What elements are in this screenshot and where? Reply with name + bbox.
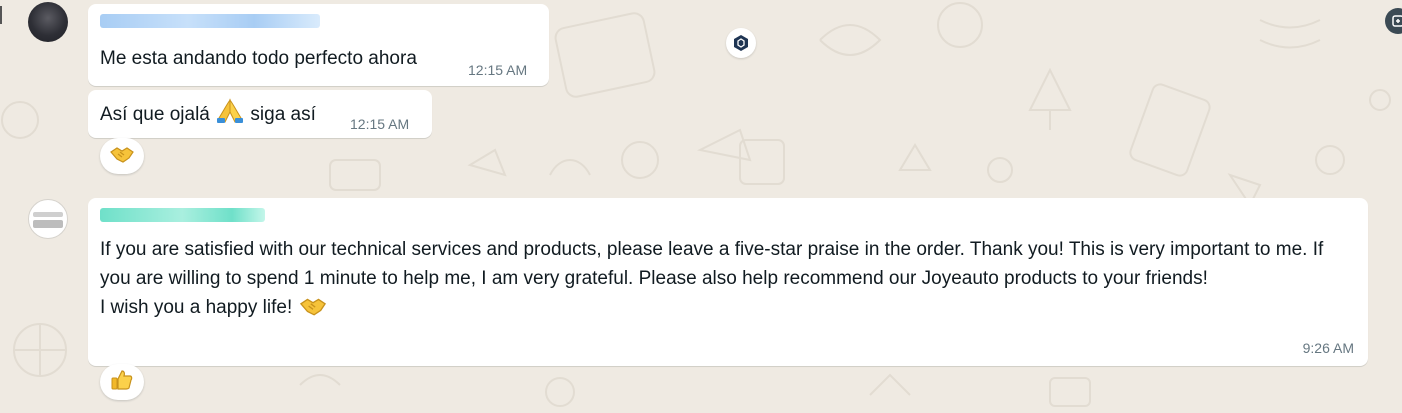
handshake-icon xyxy=(298,295,328,326)
message-timestamp: 9:26 AM xyxy=(1302,340,1354,356)
thumbs-up-icon xyxy=(110,368,134,397)
folded-hands-icon xyxy=(215,98,245,133)
avatar[interactable] xyxy=(28,199,68,239)
reaction-badge[interactable] xyxy=(100,364,144,400)
message-text: Así que ojalá siga así xyxy=(100,98,316,133)
reaction-badge[interactable] xyxy=(100,138,144,174)
avatar[interactable] xyxy=(28,2,68,42)
message-text: Me esta andando todo perfecto ahora xyxy=(100,48,417,69)
message-timestamp: 12:15 AM xyxy=(468,62,528,78)
window-edge xyxy=(0,6,2,24)
message-paragraph: If you are satisfied with our technical … xyxy=(100,239,1329,289)
message-timestamp: 12:15 AM xyxy=(350,116,410,132)
message-bubble: If you are satisfied with our technical … xyxy=(88,198,1368,366)
message-text: If you are satisfied with our technical … xyxy=(100,235,1350,326)
message-text-part: Así que ojalá xyxy=(100,104,210,125)
message-bubble: Me esta andando todo perfecto ahora 12:1… xyxy=(88,4,549,86)
sender-name-redacted xyxy=(100,14,320,28)
handshake-icon xyxy=(109,144,135,169)
message-line: I wish you a happy life! xyxy=(100,297,293,318)
extension-badge-icon[interactable] xyxy=(726,28,756,58)
sender-name-redacted xyxy=(100,208,265,222)
message-text-part: siga así xyxy=(250,104,316,125)
message-bubble: Así que ojalá siga así 12:15 AM xyxy=(88,90,432,138)
